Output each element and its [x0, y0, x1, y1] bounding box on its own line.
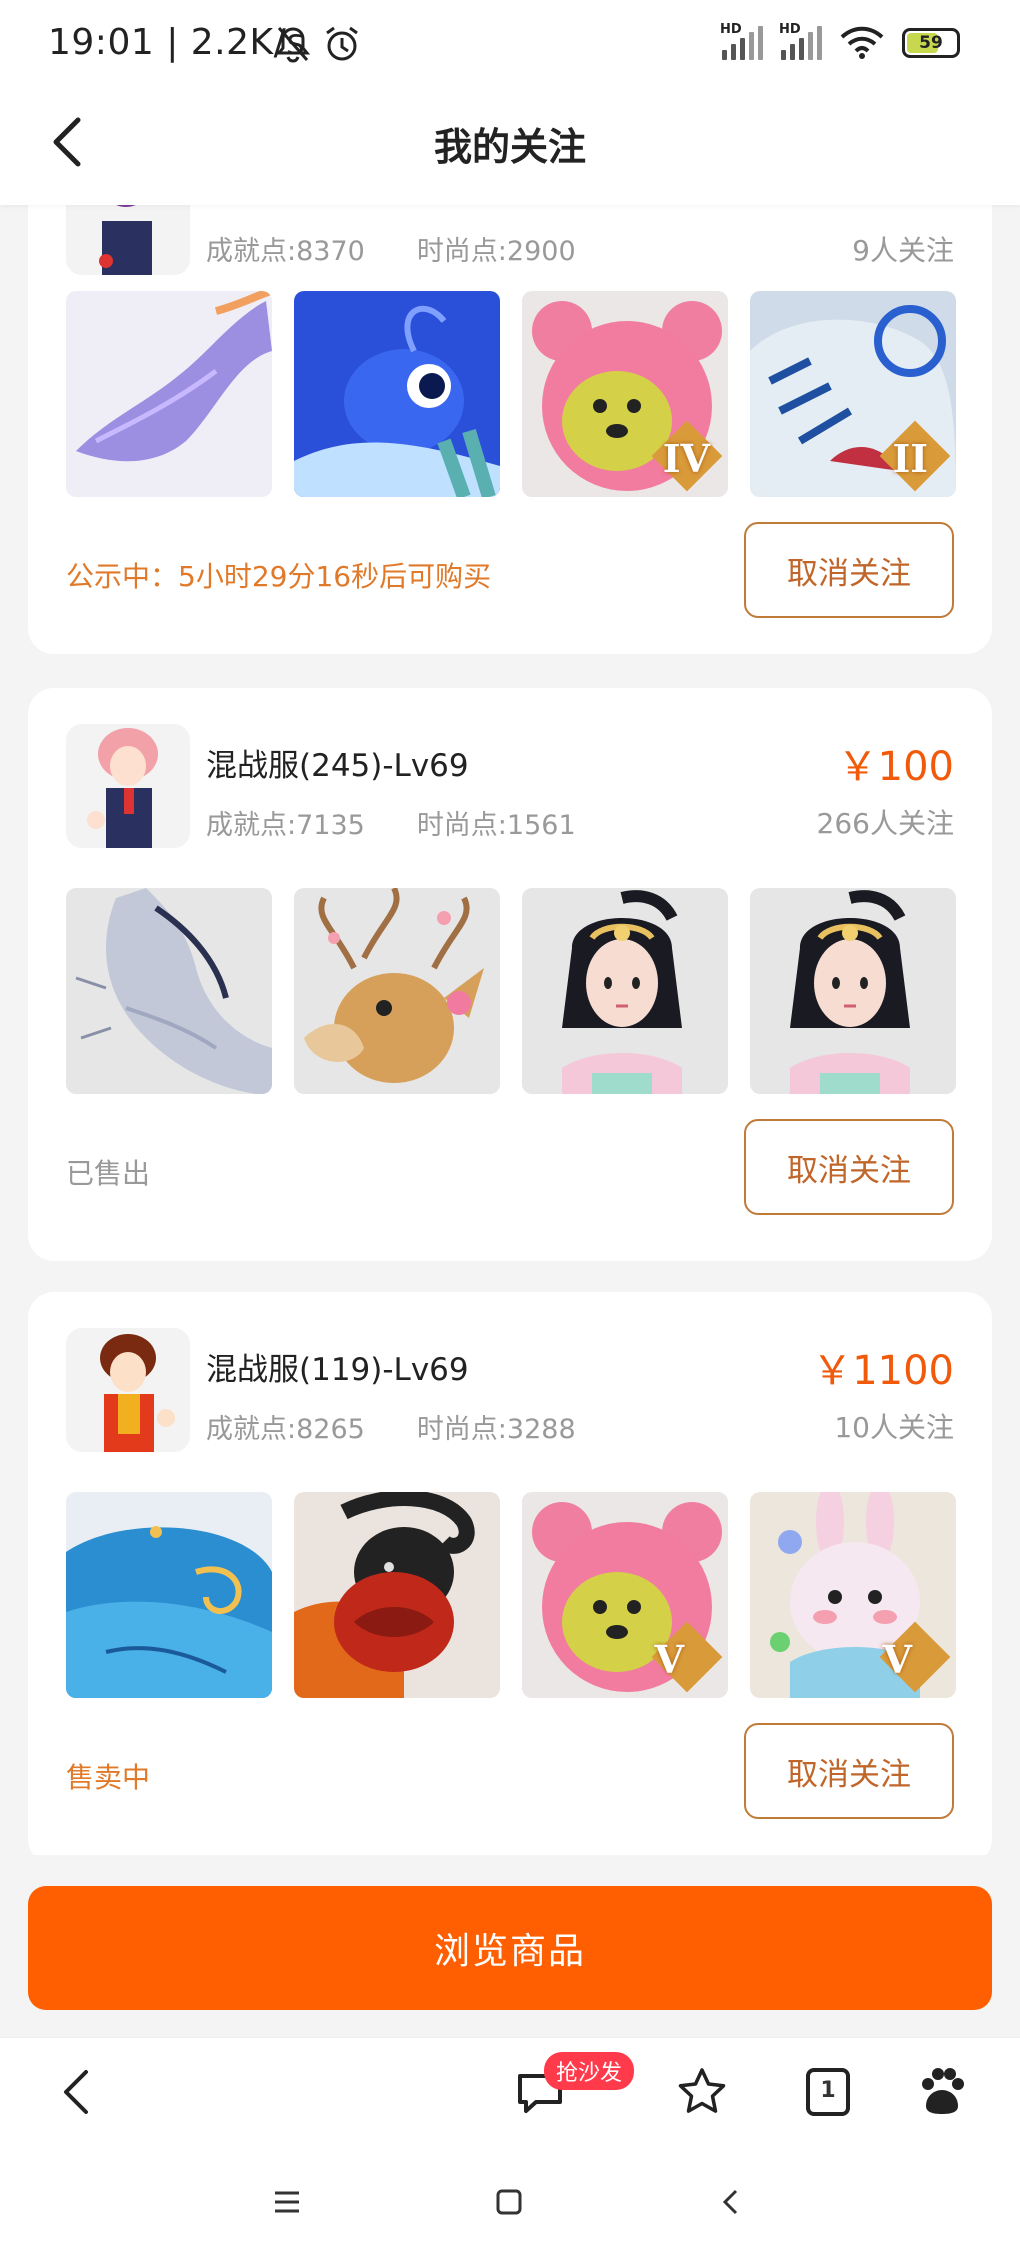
bunny-image: [750, 1492, 956, 1698]
character-avatar: [66, 1328, 190, 1452]
menu-icon[interactable]: [272, 2187, 302, 2217]
battery-level: 59: [919, 33, 943, 53]
battery-icon: 59: [902, 28, 960, 58]
black-ram-image: [294, 1492, 500, 1698]
star-icon[interactable]: [674, 2064, 730, 2120]
item-images: V V: [66, 1492, 956, 1698]
alarm-clock-icon: [326, 26, 358, 61]
system-back-icon[interactable]: [716, 2187, 746, 2217]
signal-icon: HD: [720, 22, 763, 60]
listing-status: 公示中：5小时29分16秒后可购买: [66, 560, 492, 593]
item-thumbnail[interactable]: V: [750, 1492, 956, 1698]
fish-creature-image: [294, 291, 500, 497]
item-images: [66, 888, 956, 1094]
listing-card[interactable]: 成就点:8370 时尚点:2900 9人关注 IV II 公示中：5小时29分1…: [28, 205, 992, 654]
browse-products-button[interactable]: 浏览商品: [28, 1886, 992, 2010]
item-thumbnail[interactable]: [750, 888, 956, 1094]
achievement-points: 成就点:7135: [206, 810, 365, 841]
grade-badge: V: [654, 1637, 684, 1682]
unfollow-button[interactable]: 取消关注: [744, 1119, 954, 1215]
listing-meta: 成就点:7135 时尚点:1561: [206, 803, 576, 842]
character-avatar: [66, 724, 190, 848]
watchlist[interactable]: 成就点:8370 时尚点:2900 9人关注 IV II 公示中：5小时29分1…: [0, 205, 1020, 1855]
unfollow-button[interactable]: 取消关注: [744, 1723, 954, 1819]
listing-card[interactable]: 混战服(245)-Lv69 成就点:7135 时尚点:1561 ￥100 266人…: [28, 688, 992, 1261]
achievement-points: 成就点:8370: [206, 236, 365, 267]
dancer-girl-image: [750, 888, 956, 1094]
follower-count: 10人关注: [834, 1411, 954, 1444]
fashion-points: 时尚点:2900: [416, 236, 576, 267]
listing-title: 混战服(119)-Lv69: [206, 1352, 469, 1388]
fashion-points: 时尚点:1561: [416, 810, 576, 841]
achievement-points: 成就点:8265: [206, 1414, 365, 1445]
comment-badge: 抢沙发: [544, 2052, 635, 2090]
item-thumbnail[interactable]: [66, 1492, 272, 1698]
dancer-girl-image: [522, 888, 728, 1094]
item-thumbnail[interactable]: [294, 888, 500, 1094]
baidu-paw-icon[interactable]: [914, 2064, 970, 2120]
item-thumbnail[interactable]: [66, 888, 272, 1094]
bell-muted-icon: [275, 27, 311, 63]
home-icon[interactable]: [494, 2187, 524, 2217]
listing-card[interactable]: 混战服(119)-Lv69 成就点:8265 时尚点:3288 ￥1100 10人…: [28, 1292, 992, 1855]
hd-label-2: HD: [779, 22, 801, 37]
browser-back-icon[interactable]: [50, 2064, 106, 2120]
price: ￥1100: [812, 1348, 954, 1394]
item-thumbnail[interactable]: II: [750, 291, 956, 497]
item-thumbnail[interactable]: [522, 888, 728, 1094]
status-bar: 19:01 | 2.2K/s HD HD 59: [0, 0, 1020, 90]
follower-count: 266人关注: [816, 807, 954, 840]
item-thumbnail[interactable]: [294, 1492, 500, 1698]
unfollow-button[interactable]: 取消关注: [744, 522, 954, 618]
whale-image: [66, 1492, 272, 1698]
item-thumbnail[interactable]: IV: [522, 291, 728, 497]
listing-status: 已售出: [66, 1157, 151, 1190]
deer-image: [294, 888, 500, 1094]
listing-status: 售卖中: [66, 1761, 151, 1794]
silver-dragon-image: [66, 888, 272, 1094]
hd-label: HD: [720, 22, 742, 37]
grade-badge: II: [892, 436, 928, 481]
tabs-button[interactable]: 1: [800, 2064, 856, 2120]
item-images: IV II: [66, 291, 956, 497]
dragon-image: [66, 291, 272, 497]
listing-meta: 成就点:8265 时尚点:3288: [206, 1407, 576, 1446]
pink-bear-image: [522, 1492, 728, 1698]
fashion-points: 时尚点:3288: [416, 1414, 576, 1445]
tabs-count: 1: [820, 2078, 836, 2103]
page-title: 我的关注: [433, 125, 586, 169]
grade-badge: IV: [662, 436, 710, 481]
system-navigation: [0, 2147, 1020, 2267]
price: ￥100: [837, 744, 954, 790]
signal-icon-2: HD: [779, 22, 822, 60]
character-avatar: [66, 205, 190, 275]
item-thumbnail[interactable]: [66, 291, 272, 497]
wifi-icon: [840, 26, 884, 59]
follower-count: 9人关注: [852, 234, 954, 267]
listing-title: 混战服(245)-Lv69: [206, 748, 469, 784]
item-thumbnail[interactable]: [294, 291, 500, 497]
browser-toolbar: 抢沙发 1: [0, 2037, 1020, 2148]
grade-badge: V: [882, 1637, 912, 1682]
item-thumbnail[interactable]: V: [522, 1492, 728, 1698]
listing-meta: 成就点:8370 时尚点:2900: [206, 229, 576, 268]
status-time: 19:01 | 2.2K/s: [48, 22, 306, 63]
header: 我的关注: [0, 90, 1020, 205]
